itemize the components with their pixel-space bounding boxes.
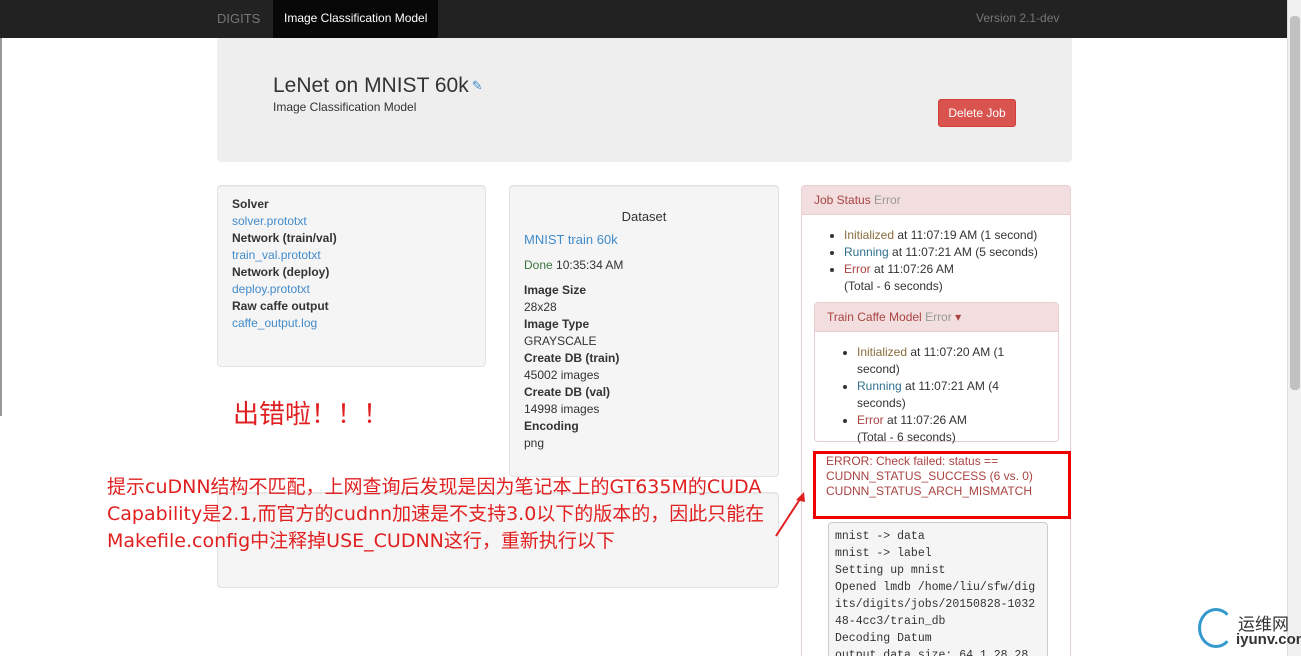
dataset-status: Done 10:35:34 AM: [524, 257, 764, 274]
status-entry-error: Error at 11:07:26 AM (Total - 6 seconds): [844, 261, 1070, 295]
task-running: Running: [857, 379, 902, 393]
solver-label: Solver: [232, 197, 269, 211]
job-subtitle: Image Classification Model: [273, 100, 417, 114]
train-task-status-list: Initialized at 11:07:20 AM (1 second) Ru…: [857, 344, 1058, 446]
status-initialized-time: at 11:07:19 AM (1 second): [897, 228, 1038, 242]
solver-files-panel: Solver solver.prototxt Network (train/va…: [217, 185, 486, 367]
watermark-logo-icon: [1198, 608, 1234, 648]
status-initialized: Initialized: [844, 228, 895, 242]
image-size-label: Image Size: [524, 283, 587, 297]
job-status-panel: Job Status Error Initialized at 11:07:19…: [801, 185, 1071, 656]
create-db-val-value: 14998 images: [524, 402, 600, 416]
dataset-status-time: 10:35:34 AM: [556, 258, 624, 272]
status-entry-running: Running at 11:07:21 AM (5 seconds): [844, 244, 1070, 261]
job-status-state: Error: [874, 193, 901, 207]
caffe-output-link[interactable]: caffe_output.log: [232, 315, 471, 332]
encoding-label: Encoding: [524, 419, 579, 433]
task-entry-running: Running at 11:07:21 AM (4 seconds): [857, 378, 1046, 412]
edit-icon[interactable]: ✎: [472, 78, 483, 94]
status-error: Error: [844, 262, 871, 276]
status-error-time: at 11:07:26 AM: [874, 262, 954, 276]
dataset-status-done: Done: [524, 258, 553, 272]
create-db-train-value: 45002 images: [524, 368, 600, 382]
deploy-link[interactable]: deploy.prototxt: [232, 281, 471, 298]
job-status-list: Initialized at 11:07:19 AM (1 second) Ru…: [844, 227, 1070, 295]
create-db-val-label: Create DB (val): [524, 385, 611, 399]
job-status-header: Job Status Error: [802, 186, 1070, 215]
status-running: Running: [844, 245, 889, 259]
site-watermark: 运维网 iyunv.com: [1196, 606, 1301, 656]
caffe-log-output[interactable]: mnist -> data mnist -> label Setting up …: [828, 522, 1048, 656]
top-navbar: DIGITS Image Classification Model Versio…: [0, 0, 1287, 38]
task-entry-initialized: Initialized at 11:07:20 AM (1 second): [857, 344, 1046, 378]
dataset-heading: Dataset: [621, 209, 667, 224]
task-total: (Total - 6 seconds): [857, 430, 956, 444]
image-type-label: Image Type: [524, 317, 590, 331]
error-highlight-box: [813, 451, 1071, 519]
status-running-time: at 11:07:21 AM (5 seconds): [892, 245, 1038, 259]
raw-output-label: Raw caffe output: [232, 299, 329, 313]
version-label: Version 2.1-dev: [976, 11, 1060, 25]
image-type-value: GRAYSCALE: [524, 334, 597, 348]
train-task-panel: Train Caffe Model Error ▾ Initialized at…: [814, 302, 1059, 444]
job-status-title: Job Status: [814, 193, 871, 207]
nav-tab-model[interactable]: Image Classification Model: [273, 0, 439, 38]
status-total: (Total - 6 seconds): [844, 279, 943, 293]
annotation-explanation: 提示cuDNN结构不匹配，上网查询后发现是因为笔记本上的GT635M的CUDA …: [107, 476, 765, 552]
dataset-panel: Dataset MNIST train 60k Done 10:35:34 AM…: [509, 185, 779, 477]
task-error-time: at 11:07:26 AM: [887, 413, 967, 427]
watermark-en: iyunv.com: [1236, 631, 1301, 648]
train-task-header[interactable]: Train Caffe Model Error ▾: [815, 303, 1058, 332]
annotation-arrow-icon: [775, 492, 805, 537]
annotation-headline: 出错啦！！！: [233, 400, 390, 430]
train-task-state: Error: [925, 310, 952, 324]
window-edge: [0, 38, 2, 416]
network-deploy-label: Network (deploy): [232, 265, 330, 279]
status-entry-initialized: Initialized at 11:07:19 AM (1 second): [844, 227, 1070, 244]
task-initialized: Initialized: [857, 345, 908, 359]
train-task-title: Train Caffe Model: [827, 310, 922, 324]
job-title-text: LeNet on MNIST 60k: [273, 74, 469, 97]
job-header: LeNet on MNIST 60k ✎ Image Classification…: [217, 38, 1072, 162]
solver-link[interactable]: solver.prototxt: [232, 213, 471, 230]
encoding-value: png: [524, 436, 545, 450]
page-scrollbar[interactable]: [1287, 0, 1301, 656]
caret-down-icon: ▾: [955, 310, 962, 324]
scrollbar-thumb[interactable]: [1290, 16, 1300, 390]
brand-link[interactable]: DIGITS: [217, 11, 260, 26]
image-size-value: 28x28: [524, 300, 557, 314]
delete-job-button[interactable]: Delete Job: [938, 99, 1016, 127]
task-entry-error: Error at 11:07:26 AM (Total - 6 seconds): [857, 412, 1046, 446]
page-title: LeNet on MNIST 60k ✎: [273, 74, 483, 98]
train-val-link[interactable]: train_val.prototxt: [232, 247, 471, 264]
task-error: Error: [857, 413, 884, 427]
create-db-train-label: Create DB (train): [524, 351, 620, 365]
dataset-link[interactable]: MNIST train 60k: [524, 231, 764, 248]
network-trainval-label: Network (train/val): [232, 231, 337, 245]
